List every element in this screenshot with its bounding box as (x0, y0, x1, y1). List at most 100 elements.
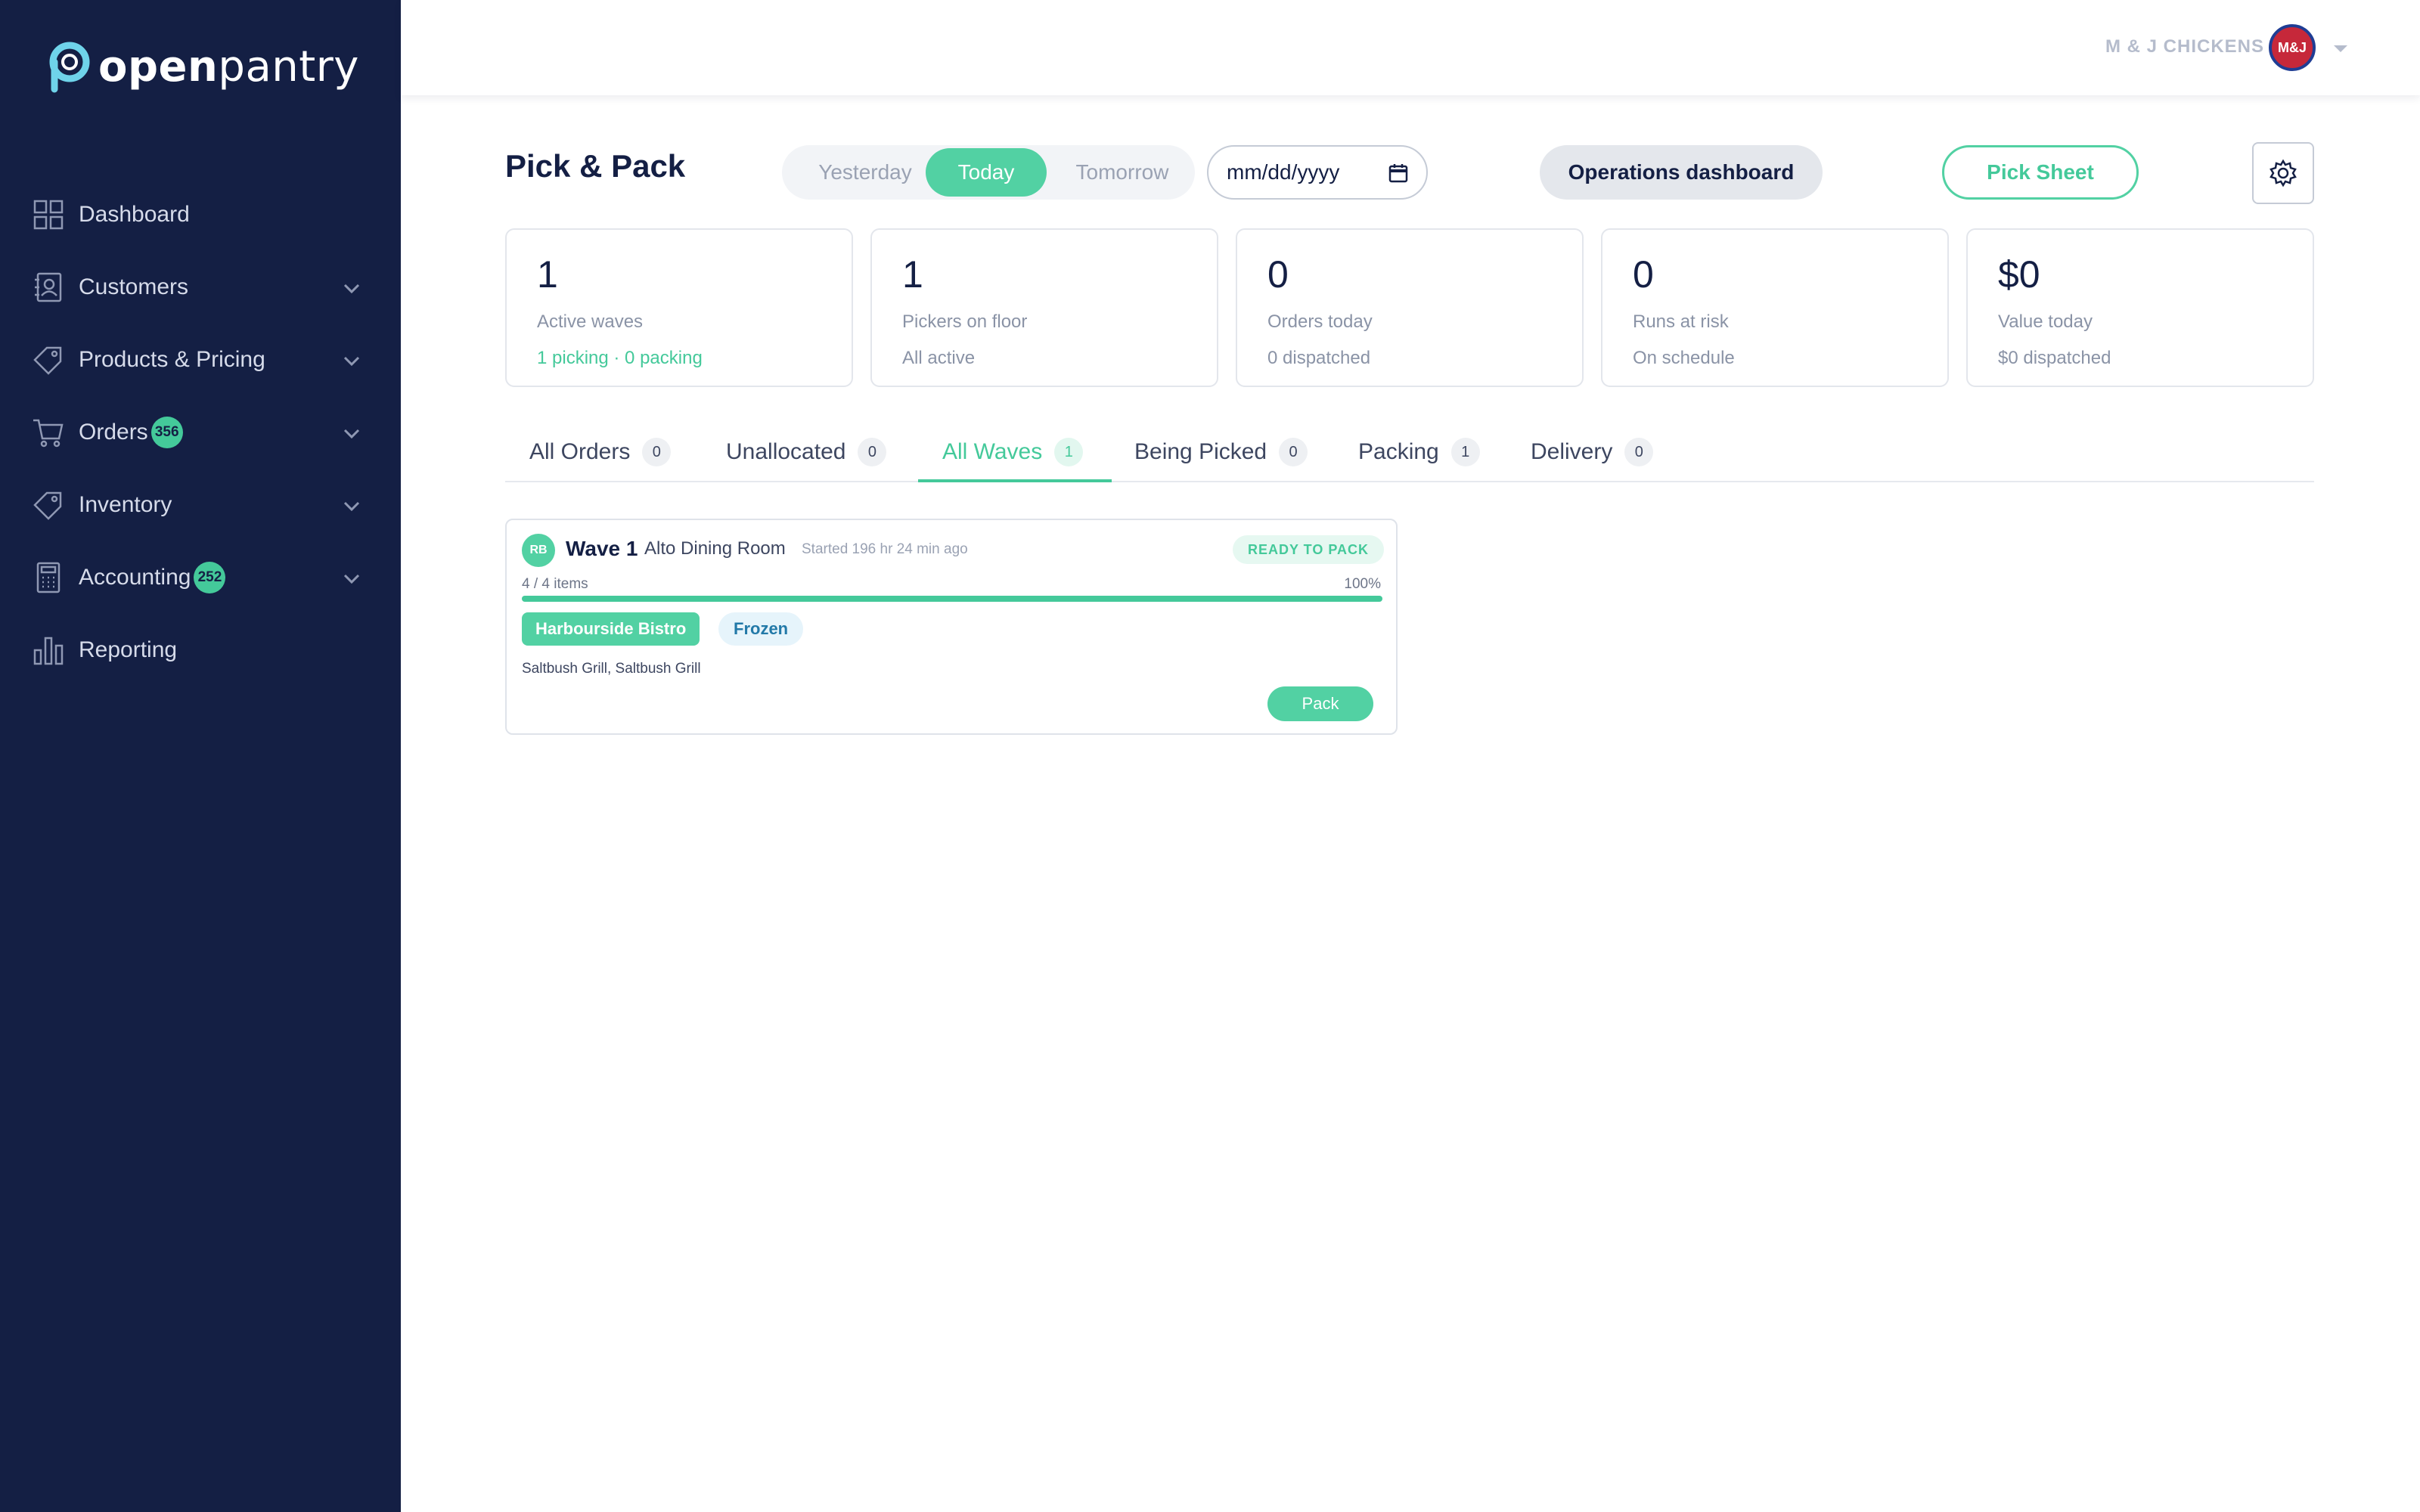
picker-avatar: RB (522, 534, 555, 567)
sidebar-item-orders[interactable]: Orders 356 (0, 396, 401, 469)
tab-count: 0 (1279, 438, 1308, 466)
tag-icon (32, 488, 65, 522)
logo[interactable]: openpantry (44, 39, 359, 94)
organization-name: M & J CHICKENS (2105, 36, 2265, 57)
bar-chart-icon (32, 634, 65, 667)
wave-title: Wave 1 (566, 537, 638, 560)
stat-card-pickers-on-floor: 1 Pickers on floor All active (870, 228, 1218, 387)
stat-label: Pickers on floor (902, 311, 1028, 332)
tab-being-picked[interactable]: Being Picked 0 (1134, 422, 1308, 482)
wave-customer: Alto Dining Room (644, 538, 786, 559)
tab-count: 1 (1450, 438, 1480, 466)
calculator-icon (32, 561, 65, 594)
wave-note: Saltbush Grill, Saltbush Grill (522, 661, 701, 677)
stat-sub: On schedule (1633, 348, 1735, 368)
contacts-icon (32, 271, 65, 304)
sidebar-item-inventory[interactable]: Inventory (0, 469, 401, 541)
stat-label: Orders today (1267, 311, 1373, 332)
chevron-down-icon[interactable] (339, 348, 365, 373)
tab-label: All Waves (942, 439, 1043, 464)
sidebar-item-label: Inventory (79, 492, 172, 517)
progress-bar (522, 596, 1382, 602)
sidebar-item-label: Orders (79, 420, 148, 445)
wave-progress-percent: 100% (1344, 576, 1381, 592)
today-button[interactable]: Today (926, 148, 1047, 197)
brand-name: openpantry (98, 42, 359, 91)
stat-value: $0 (1998, 253, 2040, 296)
pack-button[interactable]: Pack (1267, 686, 1373, 721)
progress-fill (522, 596, 1382, 602)
tab-packing[interactable]: Packing 1 (1358, 422, 1480, 482)
tomorrow-button[interactable]: Tomorrow (1054, 148, 1190, 197)
tab-count: 0 (1624, 438, 1654, 466)
stat-sub: All active (902, 348, 976, 368)
openpantry-logo-icon (44, 39, 94, 94)
stat-value: 1 (902, 253, 923, 296)
wave-item-count: 4 / 4 items (522, 576, 588, 592)
sidebar-item-label: Customers (79, 274, 189, 299)
calendar-icon[interactable] (1388, 163, 1408, 183)
tag-icon (32, 343, 65, 376)
page-title: Pick & Pack (505, 148, 686, 184)
caret-down-icon[interactable] (2329, 39, 2352, 57)
grid-icon (32, 198, 65, 231)
pick-sheet-button[interactable]: Pick Sheet (1942, 145, 2139, 200)
sidebar-item-dashboard[interactable]: Dashboard (0, 178, 401, 251)
sidebar-item-accounting[interactable]: Accounting 252 (0, 541, 401, 614)
stat-card-value-today: $0 Value today $0 dispatched (1966, 228, 2314, 387)
sidebar: openpantry Dashboard Customers Products … (0, 0, 401, 1512)
tab-count: 0 (858, 438, 887, 466)
tab-unallocated[interactable]: Unallocated 0 (726, 422, 887, 482)
date-placeholder: mm/dd/yyyy (1227, 160, 1340, 184)
sidebar-item-products-pricing[interactable]: Products & Pricing (0, 324, 401, 396)
sidebar-item-reporting[interactable]: Reporting (0, 614, 401, 686)
stat-sub: 0 dispatched (1267, 348, 1371, 368)
tab-delivery[interactable]: Delivery 0 (1531, 422, 1654, 482)
day-toggle: Yesterday Today Tomorrow (782, 145, 1195, 200)
sidebar-item-customers[interactable]: Customers (0, 251, 401, 324)
stat-label: Value today (1998, 311, 2093, 332)
wave-card[interactable]: RB Wave 1 Alto Dining Room Started 196 h… (505, 519, 1398, 735)
tab-label: Delivery (1531, 439, 1613, 464)
cart-icon (32, 416, 65, 449)
chevron-down-icon[interactable] (339, 420, 365, 446)
gear-icon (2270, 159, 2297, 187)
stat-value: 1 (537, 253, 558, 296)
orders-count-badge: 356 (150, 417, 183, 448)
stat-value: 0 (1633, 253, 1654, 296)
wave-started-time: Started 196 hr 24 min ago (802, 541, 968, 557)
avatar[interactable]: M&J (2269, 24, 2316, 71)
order-tabs: All Orders 0 Unallocated 0 All Waves 1 B… (505, 422, 2314, 482)
stat-card-orders-today: 0 Orders today 0 dispatched (1236, 228, 1584, 387)
active-tab-underline (918, 479, 1112, 482)
sidebar-nav: Dashboard Customers Products & Pricing O… (0, 178, 401, 686)
stat-label: Active waves (537, 311, 644, 332)
tab-count: 1 (1054, 438, 1084, 466)
sidebar-item-label: Products & Pricing (79, 347, 265, 372)
tab-label: Being Picked (1134, 439, 1267, 464)
stat-value: 0 (1267, 253, 1289, 296)
tab-label: Packing (1358, 439, 1439, 464)
stat-card-runs-at-risk: 0 Runs at risk On schedule (1601, 228, 1949, 387)
operations-dashboard-button[interactable]: Operations dashboard (1540, 145, 1823, 200)
tab-label: Unallocated (726, 439, 846, 464)
sidebar-item-label: Reporting (79, 637, 178, 662)
accounting-count-badge: 252 (194, 562, 226, 593)
tab-count: 0 (642, 438, 672, 466)
tab-all-waves[interactable]: All Waves 1 (942, 422, 1084, 482)
stat-cards: 1 Active waves 1 picking · 0 packing 1 P… (505, 228, 2314, 387)
status-badge: READY TO PACK (1233, 535, 1384, 564)
chevron-down-icon[interactable] (339, 565, 365, 591)
yesterday-button[interactable]: Yesterday (790, 148, 941, 197)
tab-label: All Orders (529, 439, 631, 464)
settings-button[interactable] (2252, 142, 2314, 204)
sidebar-item-label: Dashboard (79, 202, 190, 227)
stat-sub: 1 picking · 0 packing (537, 348, 703, 368)
sidebar-item-label: Accounting (79, 565, 191, 590)
chevron-down-icon[interactable] (339, 275, 365, 301)
stat-label: Runs at risk (1633, 311, 1729, 332)
stat-card-active-waves: 1 Active waves 1 picking · 0 packing (505, 228, 853, 387)
date-input[interactable]: mm/dd/yyyy (1207, 145, 1428, 200)
tab-all-orders[interactable]: All Orders 0 (529, 422, 672, 482)
chevron-down-icon[interactable] (339, 493, 365, 519)
